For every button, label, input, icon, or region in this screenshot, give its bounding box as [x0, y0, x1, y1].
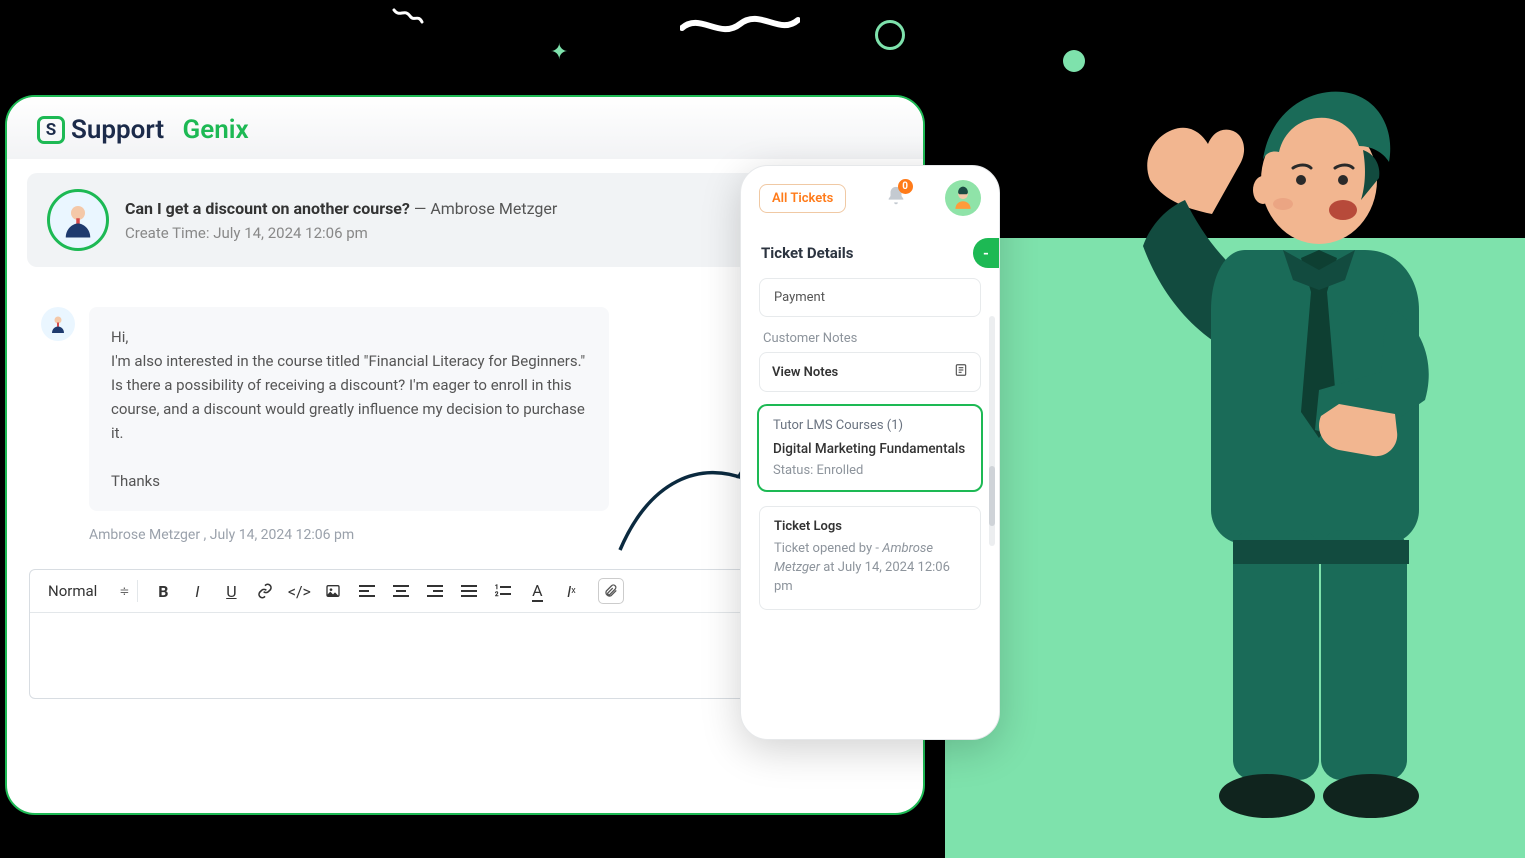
collapse-toggle[interactable]: -	[973, 238, 999, 268]
decoration-wave	[680, 10, 800, 44]
customer-avatar	[47, 189, 109, 251]
bold-button[interactable]: B	[150, 578, 176, 604]
ticket-subject-line: Can I get a discount on another course? …	[125, 199, 557, 218]
link-button[interactable]	[252, 578, 278, 604]
image-button[interactable]	[320, 578, 346, 604]
decoration-star: ✦	[550, 40, 568, 65]
customer-notes-label: Customer Notes	[741, 317, 999, 346]
message-greeting: Hi,	[111, 325, 587, 349]
message-bubble: Hi, I'm also interested in the course ti…	[89, 307, 609, 511]
decoration-ring	[875, 20, 905, 50]
chevron-updown-icon: ≑	[119, 584, 129, 598]
ticket-create-time: Create Time: July 14, 2024 12:06 pm	[125, 224, 557, 242]
notifications-button[interactable]: 0	[885, 185, 907, 211]
text-color-button[interactable]: A	[524, 578, 550, 604]
ticket-details-panel: All Tickets 0 Ticket Details - Payment C…	[740, 165, 1000, 740]
ticket-subject: Can I get a discount on another course?	[125, 199, 410, 218]
align-left-button[interactable]	[354, 578, 380, 604]
notes-icon	[954, 363, 968, 381]
brand-name-b: Genix	[183, 115, 249, 145]
scrollbar-thumb[interactable]	[989, 466, 995, 526]
message-avatar	[41, 307, 75, 341]
notification-badge: 0	[898, 179, 913, 194]
view-notes-label: View Notes	[772, 365, 838, 380]
ticket-logs-card: Ticket Logs Ticket opened by - Ambrose M…	[759, 506, 981, 610]
tutor-lms-card[interactable]: Tutor LMS Courses (1) Digital Marketing …	[757, 404, 983, 492]
format-label: Normal	[48, 582, 97, 600]
message-signoff: Thanks	[111, 469, 587, 493]
ordered-list-button[interactable]: 12	[490, 578, 516, 604]
lms-course-status: Status: Enrolled	[773, 463, 967, 478]
align-center-button[interactable]	[388, 578, 414, 604]
title-bar: S Support Genix	[7, 97, 923, 159]
logs-title: Ticket Logs	[774, 519, 966, 534]
align-right-button[interactable]	[422, 578, 448, 604]
italic-button[interactable]: I	[184, 578, 210, 604]
message-body: I'm also interested in the course titled…	[111, 349, 587, 445]
all-tickets-button[interactable]: All Tickets	[759, 184, 846, 213]
decoration-squiggle	[390, 4, 424, 42]
svg-text:2: 2	[495, 591, 499, 598]
format-select[interactable]: Normal ≑	[40, 580, 138, 602]
underline-button[interactable]: U	[218, 578, 244, 604]
subject-separator: —	[410, 199, 430, 218]
ticket-author: Ambrose Metzger	[430, 199, 557, 218]
agent-avatar[interactable]	[945, 180, 981, 216]
illustration-person	[1095, 40, 1465, 830]
decoration-dot	[1063, 50, 1085, 72]
payment-card[interactable]: Payment	[759, 278, 981, 317]
lms-card-title: Tutor LMS Courses (1)	[773, 418, 967, 433]
log-prefix: Ticket opened by -	[774, 541, 882, 556]
panel-heading: Ticket Details	[761, 244, 853, 262]
create-label: Create Time:	[125, 224, 209, 242]
code-button[interactable]: </>	[286, 578, 312, 604]
attachment-button[interactable]	[598, 578, 624, 604]
align-justify-button[interactable]	[456, 578, 482, 604]
svg-text:1: 1	[495, 584, 498, 591]
logo-mark-icon: S	[37, 116, 65, 144]
brand-logo: S Support Genix	[37, 115, 893, 145]
create-value: July 14, 2024 12:06 pm	[213, 224, 368, 242]
log-entry: Ticket opened by - Ambrose Metzger at Ju…	[774, 540, 966, 597]
lms-course-name: Digital Marketing Fundamentals	[773, 441, 967, 457]
brand-name-a: Support	[71, 115, 164, 145]
clear-format-button[interactable]: Ix	[558, 578, 584, 604]
view-notes-button[interactable]: View Notes	[759, 352, 981, 392]
